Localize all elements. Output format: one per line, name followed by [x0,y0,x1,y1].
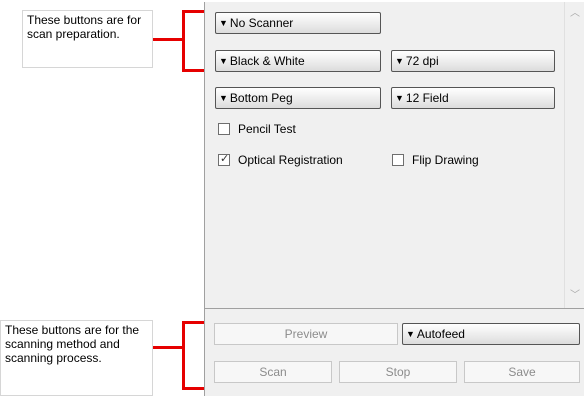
pencil-test-box[interactable] [218,123,230,135]
field-dropdown-label: 12 Field [405,91,449,105]
scan-settings-area: ▼ No Scanner ▼ Black & White ▼ 72 dpi ▼ … [205,2,564,308]
dropdown-arrow-icon: ▼ [395,56,404,66]
optical-registration-label: Optical Registration [238,153,343,167]
scroll-down-icon[interactable]: ﹀ [569,290,581,302]
scan-button[interactable]: Scan [214,361,332,383]
pencil-test-checkbox[interactable]: Pencil Test [218,122,296,136]
feed-dropdown[interactable]: ▼ Autofeed [402,323,580,345]
peg-dropdown[interactable]: ▼ Bottom Peg [215,87,381,109]
optical-registration-checkbox[interactable]: ✓ Optical Registration [218,153,343,167]
field-dropdown[interactable]: ▼ 12 Field [391,87,555,109]
dropdown-arrow-icon: ▼ [219,18,228,28]
callout-scanning-process: These buttons are for the scanning metho… [0,320,153,396]
scan-actions-area: Preview ▼ Autofeed Scan Stop Save [205,309,584,396]
dropdown-arrow-icon: ▼ [219,56,228,66]
scroll-up-icon[interactable]: ︿ [569,8,581,20]
scanner-dropdown[interactable]: ▼ No Scanner [215,12,381,34]
checkmark-icon: ✓ [220,153,230,165]
preview-button[interactable]: Preview [214,323,398,345]
feed-dropdown-label: Autofeed [416,327,465,341]
scan-panel: ▼ No Scanner ▼ Black & White ▼ 72 dpi ▼ … [204,2,584,396]
flip-drawing-checkbox[interactable]: Flip Drawing [392,153,479,167]
scanner-dropdown-label: No Scanner [229,16,294,30]
flip-drawing-label: Flip Drawing [412,153,479,167]
callout-scan-preparation: These buttons are for scan preparation. [22,10,153,68]
color-mode-dropdown[interactable]: ▼ Black & White [215,50,381,72]
resolution-dropdown[interactable]: ▼ 72 dpi [391,50,555,72]
peg-dropdown-label: Bottom Peg [229,91,293,105]
vertical-scrollbar[interactable]: ︿ ﹀ [564,2,584,308]
pencil-test-label: Pencil Test [238,122,296,136]
dropdown-arrow-icon: ▼ [395,93,404,103]
resolution-dropdown-label: 72 dpi [405,54,439,68]
stop-button[interactable]: Stop [339,361,457,383]
flip-drawing-box[interactable] [392,154,404,166]
dropdown-arrow-icon: ▼ [219,93,228,103]
color-mode-dropdown-label: Black & White [229,54,305,68]
optical-registration-box[interactable]: ✓ [218,153,230,166]
save-button[interactable]: Save [464,361,580,383]
dropdown-arrow-icon: ▼ [406,329,415,339]
